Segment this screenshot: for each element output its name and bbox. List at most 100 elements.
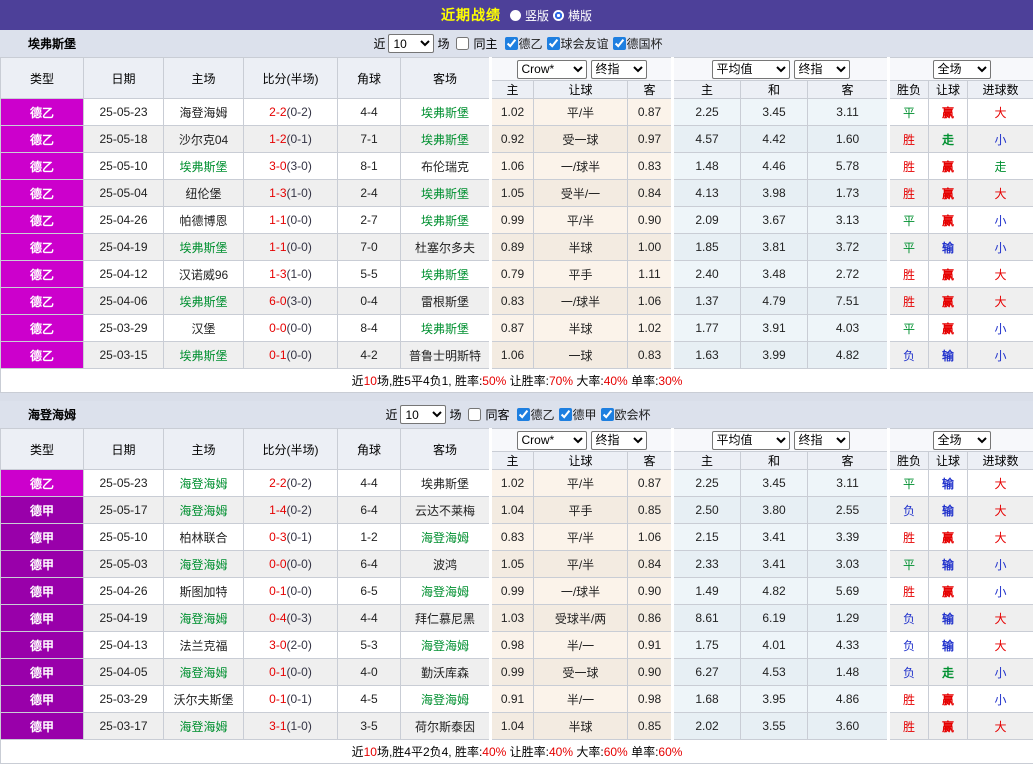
away-team-cell: 布伦瑞克 xyxy=(401,153,491,180)
league-checkbox[interactable] xyxy=(559,408,572,421)
score-cell: 3-1(1-0) xyxy=(244,713,338,740)
result-goals-value: 大 xyxy=(995,720,1007,734)
odds-stage-select[interactable]: 终指 xyxy=(794,60,850,79)
result-outcome: 胜 xyxy=(889,126,929,153)
home-team: 汉堡 xyxy=(191,322,215,336)
odds-away: 0.86 xyxy=(628,605,673,632)
result-goals: 大 xyxy=(968,605,1033,632)
score-cell: 0-1(0-0) xyxy=(244,578,338,605)
result-handicap: 输 xyxy=(929,605,968,632)
summary-segment: 10 xyxy=(364,374,377,388)
average-select[interactable]: 平均值 xyxy=(712,60,790,79)
league-badge: 德甲 xyxy=(1,578,84,605)
result-handicap-value: 输 xyxy=(942,241,954,255)
match-count-select[interactable]: 10 xyxy=(388,34,434,53)
avg-away: 1.29 xyxy=(808,605,889,632)
avg-home: 4.13 xyxy=(673,180,741,207)
odds-home: 1.04 xyxy=(491,713,534,740)
result-outcome: 胜 xyxy=(889,524,929,551)
avg-home: 6.27 xyxy=(673,659,741,686)
result-outcome-value: 胜 xyxy=(903,268,915,282)
league-checkbox[interactable] xyxy=(517,408,530,421)
bookmaker-select[interactable]: Crow* xyxy=(517,431,587,450)
corner-cell: 1-2 xyxy=(338,524,401,551)
league-checkbox[interactable] xyxy=(547,37,560,50)
match-row: 德甲25-03-17海登海姆3-1(1-0)3-5荷尔斯泰因1.04半球0.85… xyxy=(1,713,1033,740)
home-team: 埃弗斯堡 xyxy=(179,295,227,309)
result-goals-value: 小 xyxy=(995,322,1007,336)
avg-draw: 3.98 xyxy=(741,180,808,207)
match-row: 德甲25-05-10柏林联合0-3(0-1)1-2海登海姆0.83平/半1.06… xyxy=(1,524,1033,551)
result-handicap-value: 赢 xyxy=(942,693,954,707)
scope-select[interactable]: 全场 xyxy=(933,60,991,79)
result-goals-value: 大 xyxy=(995,295,1007,309)
section-header-elversberg: 埃弗斯堡 近 10 场 同主 德乙 球会友谊 德国杯 xyxy=(0,30,1033,57)
odds-home: 0.99 xyxy=(491,578,534,605)
page-title: 近期战绩 xyxy=(441,5,501,25)
record-summary: 近10场,胜5平4负1, 胜率:50% 让胜率:70% 大率:40% 单率:30… xyxy=(1,369,1033,393)
bookmaker-select[interactable]: Crow* xyxy=(517,60,587,79)
avg-away: 3.11 xyxy=(808,470,889,497)
fulltime-score: 0-1 xyxy=(269,348,286,362)
home-team-cell: 海登海姆 xyxy=(164,605,244,632)
away-team: 杜塞尔多夫 xyxy=(415,241,475,255)
odds-home: 0.83 xyxy=(491,524,534,551)
match-count-select[interactable]: 10 xyxy=(400,405,446,424)
result-goals-value: 大 xyxy=(995,187,1007,201)
scope-select[interactable]: 全场 xyxy=(933,431,991,450)
avg-away: 7.51 xyxy=(808,288,889,315)
same-venue-checkbox[interactable] xyxy=(456,37,469,50)
result-handicap-value: 赢 xyxy=(942,160,954,174)
fulltime-score: 3-0 xyxy=(269,638,286,652)
odds-away: 0.90 xyxy=(628,578,673,605)
match-row: 德甲25-04-13法兰克福3-0(2-0)5-3海登海姆0.98半/一0.91… xyxy=(1,632,1033,659)
same-venue-checkbox[interactable] xyxy=(468,408,481,421)
league-checkbox[interactable] xyxy=(505,37,518,50)
col-header-corner: 角球 xyxy=(338,58,401,99)
odds-stage-select[interactable]: 终指 xyxy=(794,431,850,450)
odds-stage-select[interactable]: 终指 xyxy=(591,60,647,79)
summary-segment: 40% xyxy=(604,374,628,388)
result-goals: 大 xyxy=(968,99,1033,126)
result-goals: 小 xyxy=(968,659,1033,686)
fulltime-score: 3-0 xyxy=(269,159,286,173)
average-select[interactable]: 平均值 xyxy=(712,431,790,450)
corner-cell: 4-4 xyxy=(338,470,401,497)
league-badge: 德甲 xyxy=(1,605,84,632)
away-team-cell: 埃弗斯堡 xyxy=(401,180,491,207)
match-row: 德乙25-04-19埃弗斯堡1-1(0-0)7-0杜塞尔多夫0.89半球1.00… xyxy=(1,234,1033,261)
vertical-layout-radio[interactable] xyxy=(510,10,521,21)
result-goals: 小 xyxy=(968,315,1033,342)
league-checkbox[interactable] xyxy=(601,408,614,421)
average-odds-group: 平均值终指 xyxy=(673,429,889,452)
league-checkbox[interactable] xyxy=(613,37,626,50)
away-team: 雷根斯堡 xyxy=(421,295,469,309)
horizontal-layout-label: 横版 xyxy=(568,7,592,24)
result-goals: 大 xyxy=(968,524,1033,551)
result-outcome-value: 平 xyxy=(903,241,915,255)
result-handicap: 赢 xyxy=(929,261,968,288)
handicap: 半/一 xyxy=(534,632,628,659)
odds-home: 0.79 xyxy=(491,261,534,288)
league-badge: 德乙 xyxy=(1,180,84,207)
odds-home: 0.83 xyxy=(491,288,534,315)
horizontal-layout-radio[interactable] xyxy=(553,10,564,21)
match-date: 25-03-29 xyxy=(84,686,164,713)
summary-segment: 场,胜5平4负1, 胜率: xyxy=(377,374,482,388)
team-name: 海登海姆 xyxy=(28,406,76,423)
away-team-cell: 勤沃库森 xyxy=(401,659,491,686)
avg-away: 3.11 xyxy=(808,99,889,126)
result-outcome-value: 胜 xyxy=(903,295,915,309)
result-goals-value: 小 xyxy=(995,693,1007,707)
near-label: 近 xyxy=(373,35,385,52)
match-date: 25-04-19 xyxy=(84,234,164,261)
odds-stage-select[interactable]: 终指 xyxy=(591,431,647,450)
summary-segment: 10 xyxy=(364,745,377,759)
col-header-avg-draw: 和 xyxy=(741,81,808,99)
result-outcome: 负 xyxy=(889,497,929,524)
summary-segment: 大率: xyxy=(573,745,604,759)
fulltime-score: 2-2 xyxy=(269,476,286,490)
avg-home: 8.61 xyxy=(673,605,741,632)
summary-segment: 让胜率: xyxy=(506,374,549,388)
result-goals-value: 大 xyxy=(995,639,1007,653)
